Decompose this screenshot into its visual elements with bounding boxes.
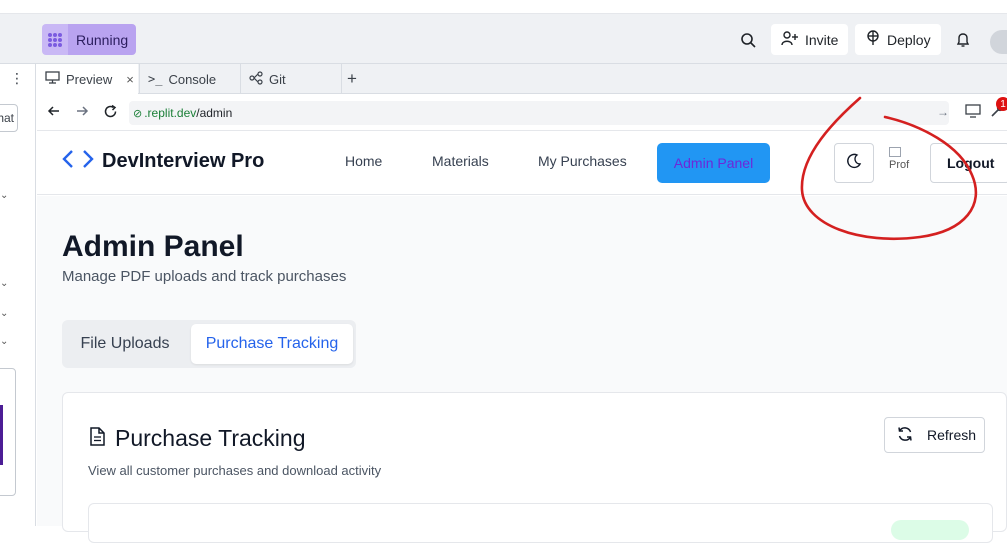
reload-icon[interactable] bbox=[103, 104, 118, 124]
page-title: Admin Panel bbox=[62, 230, 244, 263]
purchase-row bbox=[88, 503, 993, 543]
replit-logo-icon bbox=[42, 24, 68, 55]
forward-icon[interactable] bbox=[75, 104, 89, 123]
terminal-icon: >_ bbox=[148, 72, 163, 86]
monitor-icon bbox=[45, 71, 60, 87]
add-user-icon bbox=[781, 30, 799, 49]
tab-purchase-tracking[interactable]: Purchase Tracking bbox=[191, 324, 353, 364]
nav-my-purchases[interactable]: My Purchases bbox=[538, 153, 627, 169]
card-title: Purchase Tracking bbox=[115, 425, 306, 451]
purchase-tracking-card: Purchase Tracking View all customer purc… bbox=[62, 392, 1007, 543]
admin-tabs: File Uploads Purchase Tracking bbox=[62, 320, 356, 368]
refresh-icon bbox=[897, 426, 913, 445]
deploy-label: Deploy bbox=[887, 31, 931, 48]
invite-label: Invite bbox=[805, 31, 839, 48]
notification-badge: 1 bbox=[996, 97, 1007, 111]
deploy-button[interactable]: Deploy bbox=[855, 24, 941, 55]
chevron-down-icon[interactable]: ⌄ bbox=[0, 336, 8, 347]
chevron-down-icon[interactable]: ⌄ bbox=[0, 308, 8, 319]
browser-strip bbox=[0, 0, 1007, 14]
workspace-tabbar: Preview × >_ Console Git + bbox=[37, 64, 1007, 94]
document-icon bbox=[89, 425, 105, 452]
nav-admin-panel-button[interactable]: Admin Panel bbox=[657, 143, 770, 183]
chat-button[interactable]: hat bbox=[0, 104, 18, 132]
red-circle-annotation bbox=[800, 96, 978, 241]
tab-label: Git bbox=[269, 71, 286, 87]
invite-button[interactable]: Invite bbox=[771, 24, 849, 55]
git-icon bbox=[249, 70, 263, 88]
close-icon[interactable]: × bbox=[126, 72, 134, 87]
status-badge bbox=[891, 520, 969, 540]
more-options-icon[interactable]: ⋮ bbox=[10, 70, 24, 87]
run-status-label: Running bbox=[68, 24, 137, 55]
brand[interactable]: DevInterview Pro bbox=[62, 149, 264, 174]
link-icon: ⊘ bbox=[133, 107, 143, 120]
code-icon bbox=[62, 149, 94, 174]
card-header: Purchase Tracking bbox=[89, 425, 305, 452]
new-tab-icon[interactable]: + bbox=[347, 69, 357, 89]
tab-console[interactable]: >_ Console bbox=[139, 64, 239, 94]
tab-file-uploads[interactable]: File Uploads bbox=[66, 324, 184, 364]
back-icon[interactable] bbox=[47, 104, 61, 123]
tab-divider bbox=[341, 64, 342, 94]
refresh-label: Refresh bbox=[927, 427, 977, 443]
chevron-down-icon[interactable]: ⌄ bbox=[0, 190, 8, 201]
nav-materials[interactable]: Materials bbox=[432, 153, 489, 169]
user-avatar[interactable] bbox=[990, 30, 1007, 54]
search-icon[interactable] bbox=[736, 28, 760, 52]
bell-icon[interactable] bbox=[951, 28, 975, 52]
thumbnail-preview bbox=[0, 405, 3, 465]
tab-label: Preview bbox=[66, 71, 113, 87]
deploy-icon bbox=[865, 30, 881, 49]
url-host: .replit.dev bbox=[144, 106, 197, 120]
replit-topbar: Running Invite Deploy bbox=[0, 14, 1007, 64]
thumbnail-panel[interactable] bbox=[0, 368, 16, 496]
nav-home[interactable]: Home bbox=[345, 153, 382, 169]
tab-git[interactable]: Git bbox=[240, 64, 340, 94]
chevron-down-icon[interactable]: ⌄ bbox=[0, 278, 8, 289]
page-subtitle: Manage PDF uploads and track purchases bbox=[62, 268, 347, 285]
left-sidebar: ⋮ hat ⌄ ⌄ ⌄ ⌄ bbox=[0, 64, 36, 526]
run-status[interactable]: Running bbox=[42, 24, 137, 55]
refresh-button[interactable]: Refresh bbox=[884, 417, 985, 453]
tab-preview[interactable]: Preview × bbox=[37, 64, 138, 94]
tab-label: Console bbox=[168, 71, 217, 87]
url-path: /admin bbox=[196, 106, 233, 120]
brand-name: DevInterview Pro bbox=[102, 150, 265, 172]
chat-label: hat bbox=[0, 111, 14, 125]
card-subtitle: View all customer purchases and download… bbox=[88, 463, 382, 478]
